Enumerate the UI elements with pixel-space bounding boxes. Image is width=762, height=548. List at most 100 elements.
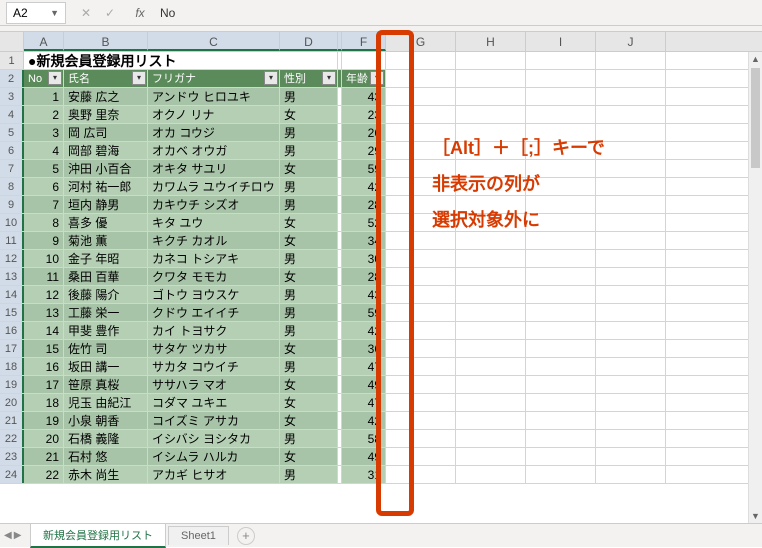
cell[interactable] <box>386 88 456 105</box>
cell[interactable]: 36 <box>342 340 386 357</box>
cell[interactable] <box>386 376 456 393</box>
cell[interactable] <box>596 448 666 465</box>
row-header[interactable]: 10 <box>0 214 24 231</box>
cell[interactable] <box>386 430 456 447</box>
cell[interactable]: 女 <box>280 412 338 429</box>
cell[interactable] <box>596 304 666 321</box>
cell[interactable]: カワムラ ユウイチロウ <box>148 178 280 195</box>
row-header[interactable]: 7 <box>0 160 24 177</box>
row-header[interactable]: 13 <box>0 268 24 285</box>
cancel-formula-icon[interactable]: ✕ <box>76 6 96 20</box>
column-header-F[interactable]: F <box>342 32 386 51</box>
cell[interactable]: 男 <box>280 178 338 195</box>
cell[interactable]: 58 <box>342 430 386 447</box>
tab-next-icon[interactable]: ▶ <box>14 530 22 541</box>
column-header-G[interactable]: G <box>386 32 456 51</box>
cell[interactable]: 6 <box>24 178 64 195</box>
cell[interactable]: 10 <box>24 250 64 267</box>
cell[interactable] <box>386 340 456 357</box>
cell[interactable] <box>596 160 666 177</box>
select-all-corner[interactable] <box>0 32 24 51</box>
cell[interactable] <box>386 412 456 429</box>
cell[interactable] <box>596 88 666 105</box>
cell[interactable] <box>456 340 526 357</box>
cell[interactable] <box>386 286 456 303</box>
cell[interactable]: キクチ カオル <box>148 232 280 249</box>
cell[interactable] <box>456 52 526 69</box>
cell[interactable] <box>526 466 596 483</box>
cell[interactable]: 赤木 尚生 <box>64 466 148 483</box>
cell[interactable] <box>386 304 456 321</box>
cell[interactable] <box>456 466 526 483</box>
cell[interactable]: 17 <box>24 376 64 393</box>
column-header-A[interactable]: A <box>24 32 64 51</box>
cell[interactable]: アカギ ヒサオ <box>148 466 280 483</box>
cell[interactable]: 男 <box>280 430 338 447</box>
cell[interactable]: 5 <box>24 160 64 177</box>
cell[interactable]: 28 <box>342 268 386 285</box>
cell[interactable] <box>526 268 596 285</box>
cell[interactable] <box>456 286 526 303</box>
cell[interactable] <box>386 466 456 483</box>
cell[interactable] <box>596 340 666 357</box>
cell[interactable] <box>386 448 456 465</box>
filter-button[interactable] <box>48 71 62 85</box>
cell[interactable]: 22 <box>24 466 64 483</box>
cell[interactable] <box>596 394 666 411</box>
cell[interactable]: 喜多 優 <box>64 214 148 231</box>
table-header-cell[interactable]: No <box>24 70 64 87</box>
formula-bar[interactable]: No <box>150 6 762 20</box>
row-header[interactable]: 24 <box>0 466 24 483</box>
cell[interactable]: 52 <box>342 214 386 231</box>
filter-button[interactable] <box>132 71 146 85</box>
spreadsheet-grid[interactable]: ABCDFGHIJ 1●新規会員登録用リスト2No氏名フリガナ性別年齢31安藤 … <box>0 32 762 484</box>
cell[interactable] <box>526 106 596 123</box>
cell[interactable]: 佐竹 司 <box>64 340 148 357</box>
cell[interactable]: 28 <box>342 196 386 213</box>
cell[interactable]: オキタ サユリ <box>148 160 280 177</box>
column-header-H[interactable]: H <box>456 32 526 51</box>
cell[interactable]: 菊池 薫 <box>64 232 148 249</box>
row-header[interactable]: 14 <box>0 286 24 303</box>
column-header-C[interactable]: C <box>148 32 280 51</box>
row-header[interactable]: 2 <box>0 70 24 87</box>
cell[interactable]: 奥野 里奈 <box>64 106 148 123</box>
cell[interactable] <box>596 466 666 483</box>
cell[interactable]: 16 <box>24 358 64 375</box>
cell[interactable]: キタ ユウ <box>148 214 280 231</box>
cell[interactable] <box>526 304 596 321</box>
accept-formula-icon[interactable]: ✓ <box>100 6 120 20</box>
cell[interactable]: 女 <box>280 214 338 231</box>
row-header[interactable]: 17 <box>0 340 24 357</box>
row-header[interactable]: 9 <box>0 196 24 213</box>
row-header[interactable]: 16 <box>0 322 24 339</box>
cell[interactable]: カイ トヨサク <box>148 322 280 339</box>
cell[interactable]: 女 <box>280 106 338 123</box>
cell[interactable] <box>456 448 526 465</box>
cell[interactable] <box>596 196 666 213</box>
cell[interactable]: 42 <box>342 322 386 339</box>
cell[interactable]: 後藤 陽介 <box>64 286 148 303</box>
cell[interactable] <box>596 178 666 195</box>
cell[interactable] <box>526 286 596 303</box>
table-header-cell[interactable]: 氏名 <box>64 70 148 87</box>
cell[interactable] <box>596 268 666 285</box>
cell[interactable]: 47 <box>342 394 386 411</box>
sheet-tab[interactable]: Sheet1 <box>168 526 229 545</box>
row-header[interactable]: 20 <box>0 394 24 411</box>
cell[interactable] <box>596 214 666 231</box>
cell[interactable]: 20 <box>24 430 64 447</box>
cell[interactable] <box>386 106 456 123</box>
cell[interactable]: 男 <box>280 286 338 303</box>
cell[interactable]: 河村 祐一郎 <box>64 178 148 195</box>
column-header-B[interactable]: B <box>64 32 148 51</box>
cell[interactable]: 43 <box>342 286 386 303</box>
sheet-tab-active[interactable]: 新規会員登録用リスト <box>30 523 166 548</box>
cell[interactable]: 2 <box>24 106 64 123</box>
cell[interactable] <box>596 358 666 375</box>
cell[interactable]: 男 <box>280 304 338 321</box>
cell[interactable]: サカタ コウイチ <box>148 358 280 375</box>
add-sheet-button[interactable]: + <box>237 527 255 545</box>
cell[interactable]: 47 <box>342 358 386 375</box>
cell[interactable]: 石橋 義隆 <box>64 430 148 447</box>
